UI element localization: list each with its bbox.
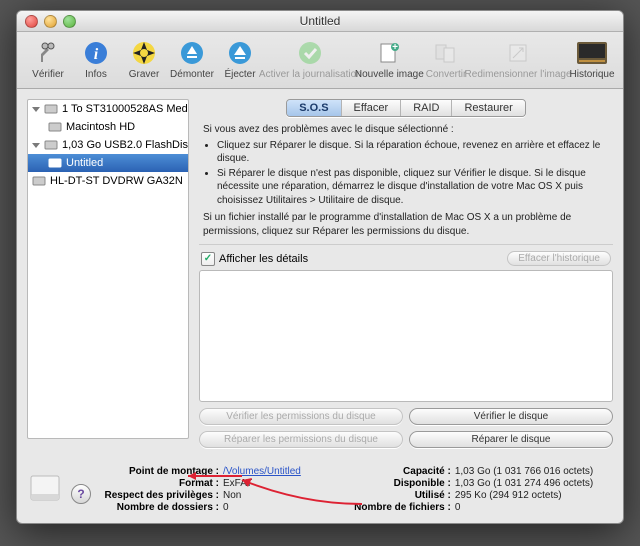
show-details-checkbox[interactable]: ✓ — [201, 252, 215, 266]
repair-disk-button[interactable]: Réparer le disque — [409, 431, 613, 448]
sidebar-item[interactable]: 1,03 Go USB2.0 FlashDis… — [28, 136, 188, 154]
window-title: Untitled — [17, 14, 623, 28]
info-row: Nombre de fichiers :0 — [331, 502, 593, 513]
drive-icon — [44, 102, 58, 116]
info-row: Utilisé :295 Ko (294 912 octets) — [331, 490, 593, 501]
info-button[interactable]: iInfos — [73, 36, 119, 82]
drive-icon — [32, 174, 46, 188]
sidebar-item-label: Untitled — [66, 157, 103, 169]
tab-bar: S.O.SEffacerRAIDRestaurer — [199, 99, 613, 117]
convert-button: Convertir — [423, 36, 469, 82]
titlebar: Untitled — [17, 11, 623, 32]
sidebar-item[interactable]: HL-DT-ST DVDRW GA32N — [28, 172, 188, 190]
sidebar-item-label: Macintosh HD — [66, 121, 135, 133]
sidebar-item-label: 1 To ST31000528AS Media — [62, 103, 188, 115]
info-row: Disponible :1,03 Go (1 031 274 496 octet… — [331, 478, 593, 489]
volume-icon — [48, 120, 62, 134]
show-details-label: Afficher les détails — [219, 253, 308, 265]
sidebar-item-label: 1,03 Go USB2.0 FlashDis… — [62, 139, 188, 151]
volume-icon — [48, 156, 62, 170]
clear-history-button: Effacer l'historique — [507, 251, 611, 266]
info-row: Capacité :1,03 Go (1 031 766 016 octets) — [331, 466, 593, 477]
tab-s.o.s[interactable]: S.O.S — [287, 100, 341, 116]
disk-icon — [27, 470, 63, 506]
info-row: Respect des privilèges :Non — [99, 490, 301, 501]
verify-disk-button[interactable]: Vérifier le disque — [409, 408, 613, 425]
sidebar-item[interactable]: Macintosh HD — [28, 118, 188, 136]
history-button[interactable]: Historique — [569, 36, 615, 82]
instructions: Si vous avez des problèmes avec le disqu… — [199, 123, 613, 245]
toolbar: Vérifier iInfos Graver Démonter Éjecter … — [17, 32, 623, 89]
burn-button[interactable]: Graver — [121, 36, 167, 82]
verify-permissions-button: Vérifier les permissions du disque — [199, 408, 403, 425]
svg-text:i: i — [94, 46, 99, 63]
info-row: Point de montage :/Volumes/Untitled — [99, 466, 301, 477]
new-image-button[interactable]: +Nouvelle image — [358, 36, 421, 82]
info-row: Nombre de dossiers :0 — [99, 502, 301, 513]
tab-raid[interactable]: RAID — [401, 100, 452, 116]
unmount-button[interactable]: Démonter — [169, 36, 215, 82]
help-button[interactable]: ? — [71, 484, 91, 504]
svg-text:+: + — [392, 42, 398, 53]
sidebar-item[interactable]: 1 To ST31000528AS Media — [28, 100, 188, 118]
mount-point-link[interactable]: /Volumes/Untitled — [223, 466, 301, 477]
log-area — [199, 270, 613, 402]
repair-permissions-button: Réparer les permissions du disque — [199, 431, 403, 448]
drive-icon — [44, 138, 58, 152]
journal-button: Activer la journalisation — [265, 36, 356, 82]
tab-restaurer[interactable]: Restaurer — [452, 100, 524, 116]
resize-button: Redimensionner l'image — [471, 36, 565, 82]
sidebar[interactable]: 1 To ST31000528AS Media Macintosh HD 1,03 … — [27, 99, 189, 439]
tab-effacer[interactable]: Effacer — [342, 100, 402, 116]
info-row: Format :ExFAT — [99, 478, 301, 489]
verify-button[interactable]: Vérifier — [25, 36, 71, 82]
sidebar-item[interactable]: Untitled — [28, 154, 188, 172]
sidebar-item-label: HL-DT-ST DVDRW GA32N — [50, 175, 183, 187]
eject-button[interactable]: Éjecter — [217, 36, 263, 82]
